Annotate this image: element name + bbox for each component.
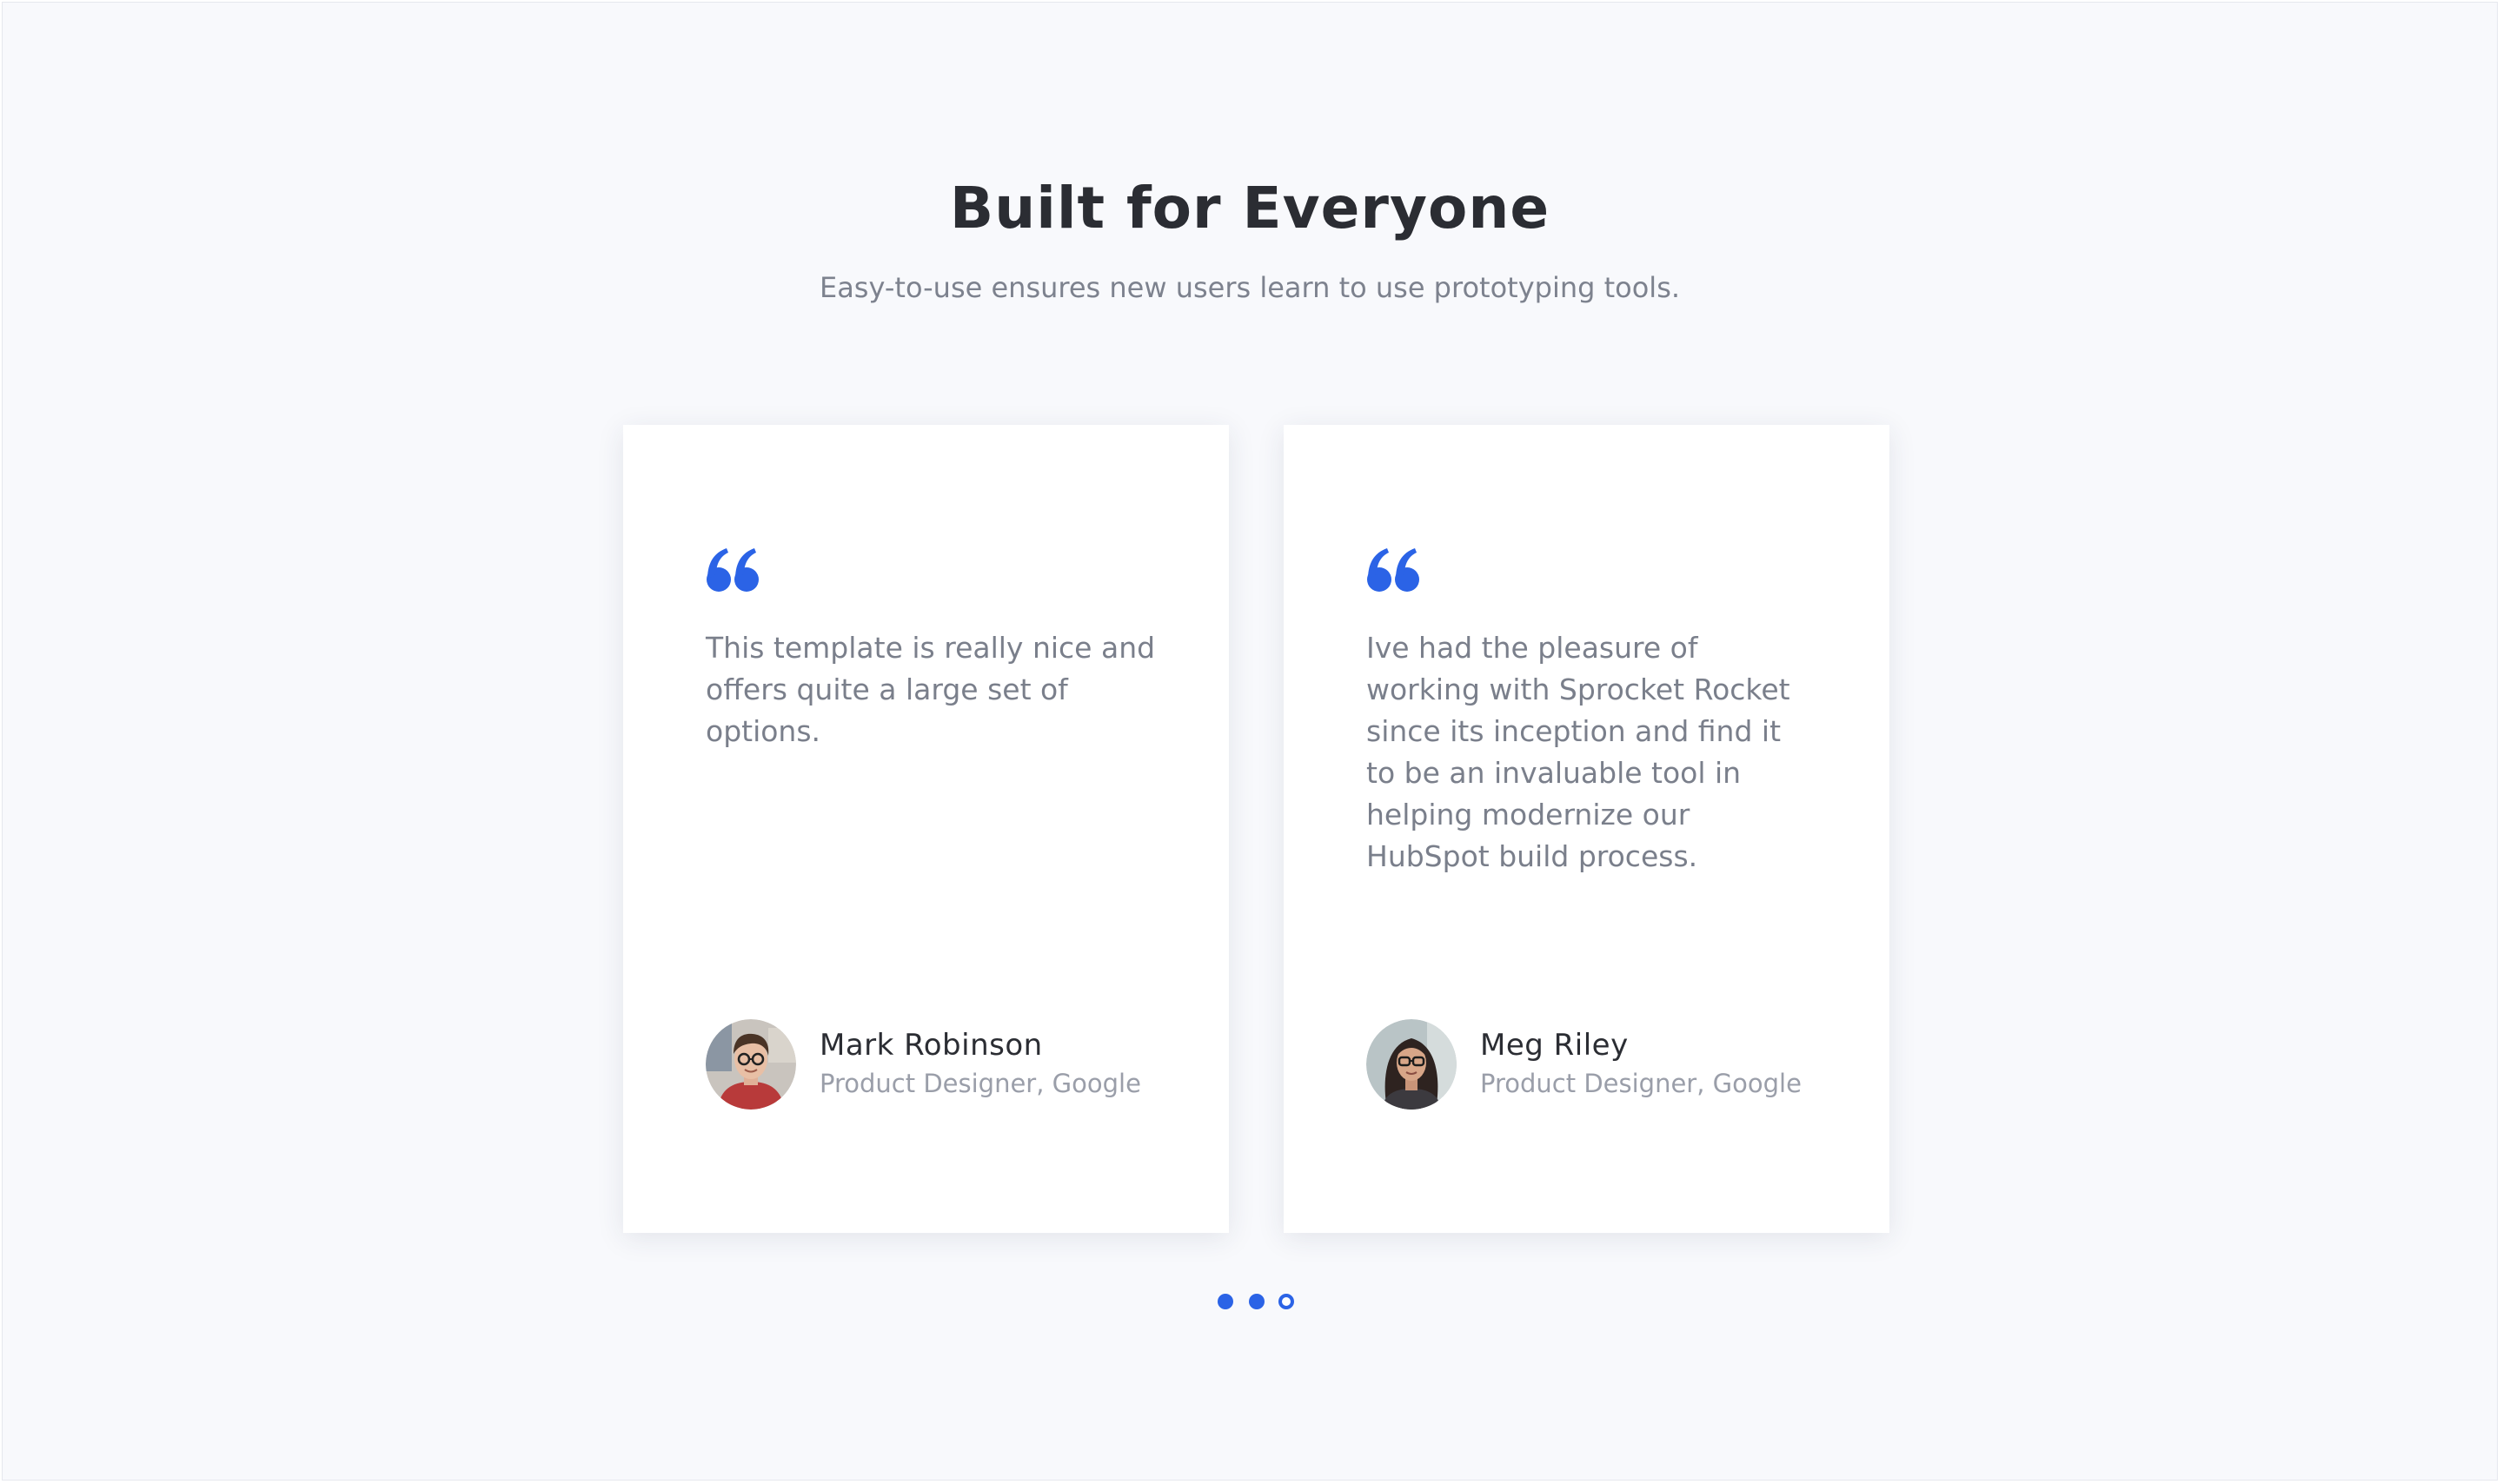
- section-subtitle: Easy-to-use ensures new users learn to u…: [819, 271, 1681, 304]
- author-name: Meg Riley: [1480, 1028, 1629, 1063]
- pagination-dot-2[interactable]: [1249, 1294, 1265, 1309]
- quote-icon: [707, 548, 759, 592]
- avatar: [1366, 1019, 1457, 1110]
- testimonial-quote: Ive had the pleasure of working with Spr…: [1366, 631, 1790, 873]
- author-name: Mark Robinson: [820, 1028, 1043, 1063]
- pagination-dot-1[interactable]: [1218, 1294, 1233, 1309]
- author-role: Product Designer, Google: [820, 1069, 1141, 1098]
- testimonial-author: Meg Riley Product Designer, Google: [1366, 1019, 1853, 1110]
- carousel-pagination: [1218, 1294, 1296, 1311]
- testimonial-quote: This template is really nice and offers …: [706, 631, 1156, 748]
- testimonial-card: This template is really nice and offers …: [623, 425, 1229, 1233]
- pagination-dot-3-active[interactable]: [1278, 1294, 1294, 1309]
- author-role: Product Designer, Google: [1480, 1069, 1802, 1098]
- avatar: [706, 1019, 796, 1110]
- testimonials-section: Built for Everyone Easy-to-use ensures n…: [2, 2, 2498, 1481]
- testimonial-author: Mark Robinson Product Designer, Google: [706, 1019, 1192, 1110]
- quote-icon: [1367, 548, 1419, 592]
- section-title: Built for Everyone: [949, 175, 1550, 242]
- testimonial-card: Ive had the pleasure of working with Spr…: [1284, 425, 1889, 1233]
